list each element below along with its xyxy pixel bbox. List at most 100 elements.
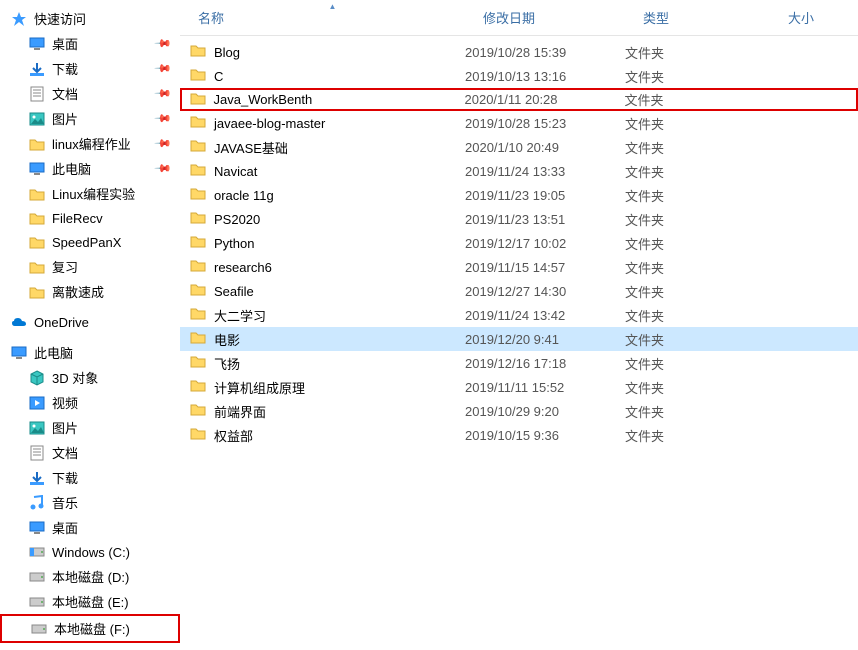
file-type: 文件夹: [617, 90, 762, 109]
nav-label: 3D 对象: [52, 368, 174, 387]
downloads-icon: [28, 469, 46, 487]
column-headers: ▲ 名称 修改日期 类型 大小: [180, 0, 858, 36]
navigation-sidebar: 快速访问 桌面📌下载📌文档📌图片📌linux编程作业📌此电脑📌Linux编程实验…: [0, 0, 180, 650]
onedrive[interactable]: OneDrive: [0, 310, 180, 334]
file-type: 文件夹: [617, 234, 762, 253]
file-date: 2019/10/29 9:20: [457, 404, 617, 419]
sidebar-quick-item[interactable]: SpeedPanX: [0, 230, 180, 254]
file-type: 文件夹: [617, 210, 762, 229]
nav-label: 此电脑: [52, 159, 156, 178]
sidebar-pc-item[interactable]: 桌面: [0, 515, 180, 540]
file-row[interactable]: 计算机组成原理2019/11/11 15:52文件夹: [180, 375, 858, 399]
file-row[interactable]: research62019/11/15 14:57文件夹: [180, 255, 858, 279]
folder-icon: [190, 162, 208, 180]
file-row[interactable]: 权益部2019/10/15 9:36文件夹: [180, 423, 858, 447]
file-name: 电影: [214, 330, 240, 349]
sidebar-pc-item[interactable]: 视频: [0, 390, 180, 415]
sidebar-quick-item[interactable]: 离散速成: [0, 279, 180, 304]
file-date: 2019/11/24 13:42: [457, 308, 617, 323]
file-type: 文件夹: [617, 162, 762, 181]
file-row[interactable]: Navicat2019/11/24 13:33文件夹: [180, 159, 858, 183]
main-panel: ▲ 名称 修改日期 类型 大小 Blog2019/10/28 15:39文件夹 C…: [180, 0, 858, 650]
nav-label: 下载: [52, 59, 156, 78]
file-row[interactable]: JAVASE基础2020/1/10 20:49文件夹: [180, 135, 858, 159]
file-row[interactable]: Seafile2019/12/27 14:30文件夹: [180, 279, 858, 303]
sidebar-quick-item[interactable]: 桌面📌: [0, 31, 180, 56]
pictures-icon: [28, 110, 46, 128]
nav-label: 离散速成: [52, 282, 174, 301]
thispc-icon: [28, 160, 46, 178]
folder-icon: [190, 330, 208, 348]
sidebar-pc-item[interactable]: 本地磁盘 (F:): [0, 614, 180, 643]
file-list: Blog2019/10/28 15:39文件夹 C 2019/10/13 13:16…: [180, 36, 858, 650]
file-type: 文件夹: [617, 43, 762, 62]
file-row[interactable]: PS20202019/11/23 13:51文件夹: [180, 207, 858, 231]
sidebar-pc-item[interactable]: 本地磁盘 (D:): [0, 564, 180, 589]
column-name[interactable]: ▲ 名称: [190, 4, 475, 31]
folder-icon: [190, 138, 208, 156]
file-type: 文件夹: [617, 114, 762, 133]
file-date: 2019/10/28 15:39: [457, 45, 617, 60]
nav-label: linux编程作业: [52, 134, 156, 153]
drive-icon: [28, 568, 46, 586]
file-type: 文件夹: [617, 186, 762, 205]
file-name: 大二学习: [214, 306, 266, 325]
column-date[interactable]: 修改日期: [475, 4, 635, 31]
file-name: JAVASE基础: [214, 138, 288, 157]
nav-label: 本地磁盘 (F:): [54, 619, 172, 638]
nav-label: FileRecv: [52, 211, 174, 226]
file-row[interactable]: javaee-blog-master2019/10/28 15:23文件夹: [180, 111, 858, 135]
file-date: 2019/12/17 10:02: [457, 236, 617, 251]
file-date: 2019/10/13 13:16: [457, 69, 617, 84]
downloads-icon: [28, 60, 46, 78]
file-name: PS2020: [214, 212, 260, 227]
file-name: C: [214, 69, 223, 84]
sidebar-pc-item[interactable]: Windows (C:): [0, 540, 180, 564]
sidebar-pc-item[interactable]: 音乐: [0, 490, 180, 515]
sidebar-pc-item[interactable]: 图片: [0, 415, 180, 440]
sidebar-quick-item[interactable]: 此电脑📌: [0, 156, 180, 181]
file-row[interactable]: Python 2019/12/17 10:02文件夹: [180, 231, 858, 255]
file-row[interactable]: C2019/10/13 13:16文件夹: [180, 64, 858, 88]
sidebar-quick-item[interactable]: 文档📌: [0, 81, 180, 106]
file-date: 2019/12/20 9:41: [457, 332, 617, 347]
sidebar-quick-item[interactable]: 复习: [0, 254, 180, 279]
file-row[interactable]: Java_WorkBenth2020/1/11 20:28文件夹: [180, 88, 858, 111]
file-type: 文件夹: [617, 354, 762, 373]
sidebar-quick-item[interactable]: 图片📌: [0, 106, 180, 131]
quick-access[interactable]: 快速访问: [0, 6, 180, 31]
file-name: 计算机组成原理: [214, 378, 305, 397]
file-row[interactable]: oracle 11g2019/11/23 19:05文件夹: [180, 183, 858, 207]
folder-icon: [190, 43, 208, 61]
file-date: 2019/11/11 15:52: [457, 380, 617, 395]
file-type: 文件夹: [617, 330, 762, 349]
folder-icon: [190, 210, 208, 228]
sidebar-pc-item[interactable]: 本地磁盘 (E:): [0, 589, 180, 614]
file-type: 文件夹: [617, 306, 762, 325]
sidebar-quick-item[interactable]: FileRecv: [0, 206, 180, 230]
sidebar-quick-item[interactable]: linux编程作业📌: [0, 131, 180, 156]
documents-icon: [28, 85, 46, 103]
this-pc[interactable]: 此电脑: [0, 340, 180, 365]
file-date: 2019/12/16 17:18: [457, 356, 617, 371]
folder-icon: [28, 233, 46, 251]
file-name: Python: [214, 236, 254, 251]
file-row[interactable]: Blog2019/10/28 15:39文件夹: [180, 40, 858, 64]
sidebar-pc-item[interactable]: 3D 对象: [0, 365, 180, 390]
sidebar-quick-item[interactable]: Linux编程实验: [0, 181, 180, 206]
file-row[interactable]: 前端界面2019/10/29 9:20文件夹: [180, 399, 858, 423]
sidebar-quick-item[interactable]: 下载📌: [0, 56, 180, 81]
sidebar-pc-item[interactable]: 文档: [0, 440, 180, 465]
sidebar-pc-item[interactable]: 下载: [0, 465, 180, 490]
file-row[interactable]: 大二学习 2019/11/24 13:42文件夹: [180, 303, 858, 327]
onedrive-icon: [10, 313, 28, 331]
file-type: 文件夹: [617, 282, 762, 301]
column-size[interactable]: 大小: [780, 4, 858, 31]
nav-label: 图片: [52, 418, 174, 437]
folder-icon: [190, 282, 208, 300]
file-row[interactable]: 电影 2019/12/20 9:41文件夹: [180, 327, 858, 351]
column-type[interactable]: 类型: [635, 4, 780, 31]
file-row[interactable]: 飞扬2019/12/16 17:18文件夹: [180, 351, 858, 375]
quick-access-icon: [10, 10, 28, 28]
pin-icon: 📌: [154, 84, 173, 103]
